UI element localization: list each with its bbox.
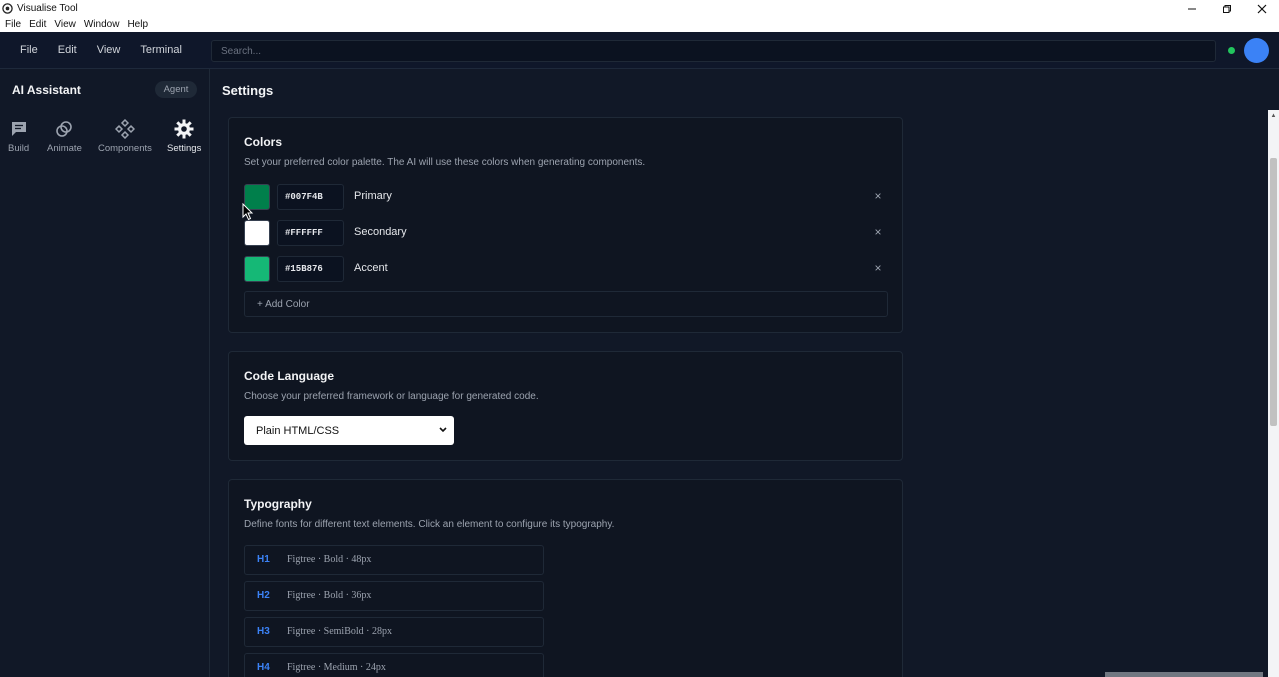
- agent-badge[interactable]: Agent: [155, 81, 197, 98]
- typography-card: Typography Define fonts for different te…: [228, 479, 903, 677]
- code-language-select[interactable]: Plain HTML/CSS: [244, 416, 454, 445]
- typography-row-h4[interactable]: H4 Figtree · Medium · 24px: [244, 653, 544, 677]
- type-spec: Figtree · SemiBold · 28px: [287, 626, 392, 637]
- app-logo-icon: [2, 3, 13, 14]
- os-menu-view[interactable]: View: [54, 19, 76, 30]
- app-menu-view[interactable]: View: [87, 44, 131, 56]
- main-content: Settings Colors Set your preferred color…: [211, 69, 1268, 677]
- app-menu-terminal[interactable]: Terminal: [130, 44, 192, 56]
- chat-icon: [9, 119, 29, 139]
- restore-button[interactable]: [1209, 0, 1244, 17]
- sidebar-item-animate[interactable]: Animate: [47, 119, 82, 154]
- window-menubar: File Edit View Window Help: [0, 17, 1279, 32]
- app-menu-file[interactable]: File: [10, 44, 48, 56]
- typography-row-h2[interactable]: H2 Figtree · Bold · 36px: [244, 581, 544, 611]
- hex-input[interactable]: #15B876: [277, 256, 344, 282]
- bottom-strip: [1105, 672, 1263, 677]
- sidebar-title: AI Assistant: [12, 83, 81, 97]
- code-language-title: Code Language: [244, 369, 335, 383]
- scroll-up-arrow-icon[interactable]: ▲: [1268, 110, 1279, 122]
- typography-row-h3[interactable]: H3 Figtree · SemiBold · 28px: [244, 617, 544, 647]
- colors-title: Colors: [244, 135, 283, 149]
- code-language-card: Code Language Choose your preferred fram…: [228, 351, 903, 461]
- components-icon: [114, 119, 135, 139]
- type-spec: Figtree · Bold · 48px: [287, 554, 372, 565]
- sidebar-item-settings[interactable]: Settings: [167, 119, 201, 154]
- sidebar-item-label: Build: [8, 143, 30, 154]
- color-name[interactable]: Accent: [354, 262, 388, 274]
- color-swatch[interactable]: [244, 256, 270, 282]
- typography-title: Typography: [244, 497, 312, 511]
- color-row-secondary: #FFFFFF Secondary ×: [244, 220, 888, 246]
- restore-icon: [1222, 4, 1231, 13]
- app-menu-edit[interactable]: Edit: [48, 44, 87, 56]
- app-topbar: File Edit View Terminal: [0, 32, 1279, 69]
- typography-row-h1[interactable]: H1 Figtree · Bold · 48px: [244, 545, 544, 575]
- search-input[interactable]: [212, 41, 1215, 62]
- close-icon: [1257, 4, 1266, 13]
- colors-card: Colors Set your preferred color palette.…: [228, 117, 903, 333]
- color-row-primary: #007F4B Primary ×: [244, 184, 888, 210]
- sidebar: AI Assistant Agent Build Animate Compone…: [0, 69, 210, 677]
- color-name[interactable]: Secondary: [354, 226, 407, 238]
- os-menu-file[interactable]: File: [5, 19, 21, 30]
- os-menu-help[interactable]: Help: [127, 19, 148, 30]
- os-menu-edit[interactable]: Edit: [29, 19, 46, 30]
- type-tag: H2: [257, 590, 270, 601]
- sidebar-item-label: Animate: [47, 143, 82, 154]
- sidebar-item-components[interactable]: Components: [98, 119, 152, 154]
- search-box: [211, 40, 1216, 62]
- link-icon: [54, 119, 74, 139]
- color-swatch[interactable]: [244, 220, 270, 246]
- close-window-button[interactable]: [1244, 0, 1279, 17]
- scroll-thumb[interactable]: [1270, 158, 1277, 426]
- chevron-down-icon: [439, 427, 447, 433]
- type-tag: H3: [257, 626, 270, 637]
- code-language-description: Choose your preferred framework or langu…: [244, 391, 539, 402]
- mouse-cursor-icon: [242, 203, 254, 221]
- sidebar-item-build[interactable]: Build: [8, 119, 29, 154]
- colors-description: Set your preferred color palette. The AI…: [244, 157, 646, 168]
- status-indicator: [1228, 47, 1235, 54]
- sidebar-item-label: Settings: [167, 143, 202, 154]
- type-spec: Figtree · Bold · 36px: [287, 590, 372, 601]
- remove-color-button[interactable]: ×: [870, 223, 886, 241]
- color-row-accent: #15B876 Accent ×: [244, 256, 888, 282]
- type-tag: H4: [257, 662, 270, 673]
- add-color-button[interactable]: + Add Color: [244, 291, 888, 317]
- window-titlebar: Visualise Tool: [0, 0, 1279, 17]
- sidebar-item-label: Components: [98, 143, 152, 154]
- type-tag: H1: [257, 554, 270, 565]
- vertical-scrollbar[interactable]: ▲: [1268, 110, 1279, 677]
- os-menu-window[interactable]: Window: [84, 19, 120, 30]
- hex-input[interactable]: #007F4B: [277, 184, 344, 210]
- remove-color-button[interactable]: ×: [870, 187, 886, 205]
- hex-input[interactable]: #FFFFFF: [277, 220, 344, 246]
- type-spec: Figtree · Medium · 24px: [287, 662, 386, 673]
- color-name[interactable]: Primary: [354, 190, 392, 202]
- window-title: Visualise Tool: [17, 3, 78, 14]
- minimize-button[interactable]: [1174, 0, 1209, 17]
- avatar[interactable]: [1244, 38, 1269, 63]
- select-value: Plain HTML/CSS: [256, 424, 340, 437]
- page-title: Settings: [222, 83, 274, 98]
- remove-color-button[interactable]: ×: [870, 259, 886, 277]
- gear-icon: [174, 119, 194, 139]
- minimize-icon: [1187, 8, 1196, 9]
- typography-description: Define fonts for different text elements…: [244, 519, 615, 530]
